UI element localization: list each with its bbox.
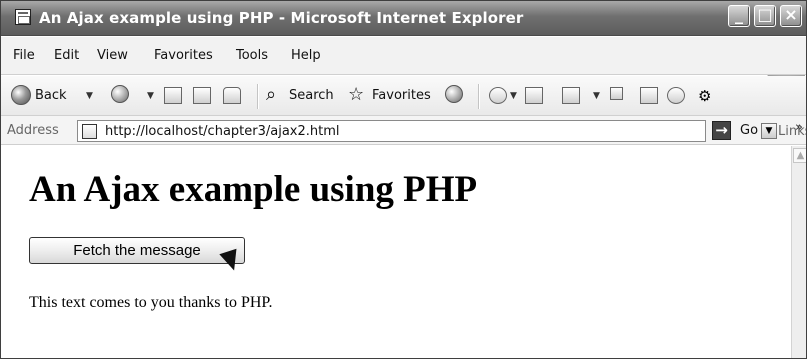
- refresh-icon[interactable]: [193, 87, 211, 104]
- menu-bar: File Edit View Favorites Tools Help: [1, 37, 806, 106]
- address-bar: Address http://localhost/chapter3/ajax2.…: [1, 116, 806, 145]
- address-input[interactable]: http://localhost/chapter3/ajax2.html ▼: [77, 120, 777, 142]
- go-button-label[interactable]: Go: [740, 123, 758, 138]
- back-dropdown-chevron-icon[interactable]: ▼: [86, 91, 93, 101]
- research-icon[interactable]: [640, 87, 658, 104]
- messenger-icon[interactable]: [667, 87, 685, 104]
- menu-view[interactable]: View: [97, 48, 128, 63]
- menu-edit[interactable]: Edit: [54, 48, 79, 63]
- vertical-scrollbar[interactable]: ▲: [791, 146, 806, 358]
- browser-window: An Ajax example using PHP - Microsoft In…: [0, 0, 807, 359]
- edit-dropdown-chevron-icon[interactable]: ▼: [593, 91, 600, 101]
- home-icon[interactable]: [223, 87, 241, 104]
- message-text: This text comes to you thanks to PHP.: [29, 294, 273, 311]
- mail-icon[interactable]: [489, 87, 507, 104]
- back-icon[interactable]: [11, 85, 31, 105]
- menu-tools[interactable]: Tools: [236, 48, 268, 63]
- close-button[interactable]: ×: [780, 5, 802, 27]
- search-button-label[interactable]: Search: [289, 88, 334, 103]
- fetch-message-button[interactable]: Fetch the message: [29, 237, 245, 264]
- favorites-button-label[interactable]: Favorites: [372, 88, 431, 103]
- history-icon[interactable]: [445, 85, 463, 103]
- tools-icon[interactable]: ⚙: [698, 87, 716, 105]
- page-heading: An Ajax example using PHP: [29, 169, 478, 210]
- maximize-button[interactable]: □: [754, 5, 776, 27]
- toolbar-divider: [257, 84, 258, 109]
- go-arrow-icon[interactable]: →: [712, 121, 731, 140]
- scroll-up-button[interactable]: ▲: [793, 148, 806, 163]
- toolbar-divider: [478, 84, 479, 109]
- forward-dropdown-chevron-icon[interactable]: ▼: [147, 91, 154, 101]
- edit-icon[interactable]: [562, 87, 580, 104]
- stop-icon[interactable]: [164, 87, 182, 104]
- forward-icon[interactable]: [111, 85, 129, 103]
- links-overflow-chevron-icon[interactable]: »: [795, 120, 803, 135]
- standard-toolbar: Back ▼ ▼ ⌕ Search ☆ Favorites ▼ ▼ ⚙: [1, 76, 806, 116]
- discuss-icon[interactable]: [610, 87, 623, 100]
- menu-favorites[interactable]: Favorites: [154, 48, 213, 63]
- mail-dropdown-chevron-icon[interactable]: ▼: [510, 91, 517, 101]
- print-icon[interactable]: [525, 87, 543, 104]
- favorites-star-icon[interactable]: ☆: [348, 84, 364, 105]
- minimize-button[interactable]: _: [728, 5, 750, 27]
- mouse-pointer-icon: [220, 249, 242, 273]
- go-button[interactable]: → Go: [712, 120, 769, 142]
- back-button-label[interactable]: Back: [35, 88, 67, 103]
- address-label: Address: [7, 123, 59, 138]
- menu-file[interactable]: File: [13, 48, 35, 63]
- search-icon[interactable]: ⌕: [266, 84, 276, 105]
- title-bar: An Ajax example using PHP - Microsoft In…: [1, 1, 806, 36]
- page-content: An Ajax example using PHP Fetch the mess…: [8, 146, 791, 358]
- address-url[interactable]: http://localhost/chapter3/ajax2.html: [105, 124, 340, 139]
- page-icon: [82, 124, 97, 139]
- browser-window-icon: [15, 9, 31, 25]
- menu-help[interactable]: Help: [291, 48, 321, 63]
- window-title: An Ajax example using PHP - Microsoft In…: [39, 9, 524, 27]
